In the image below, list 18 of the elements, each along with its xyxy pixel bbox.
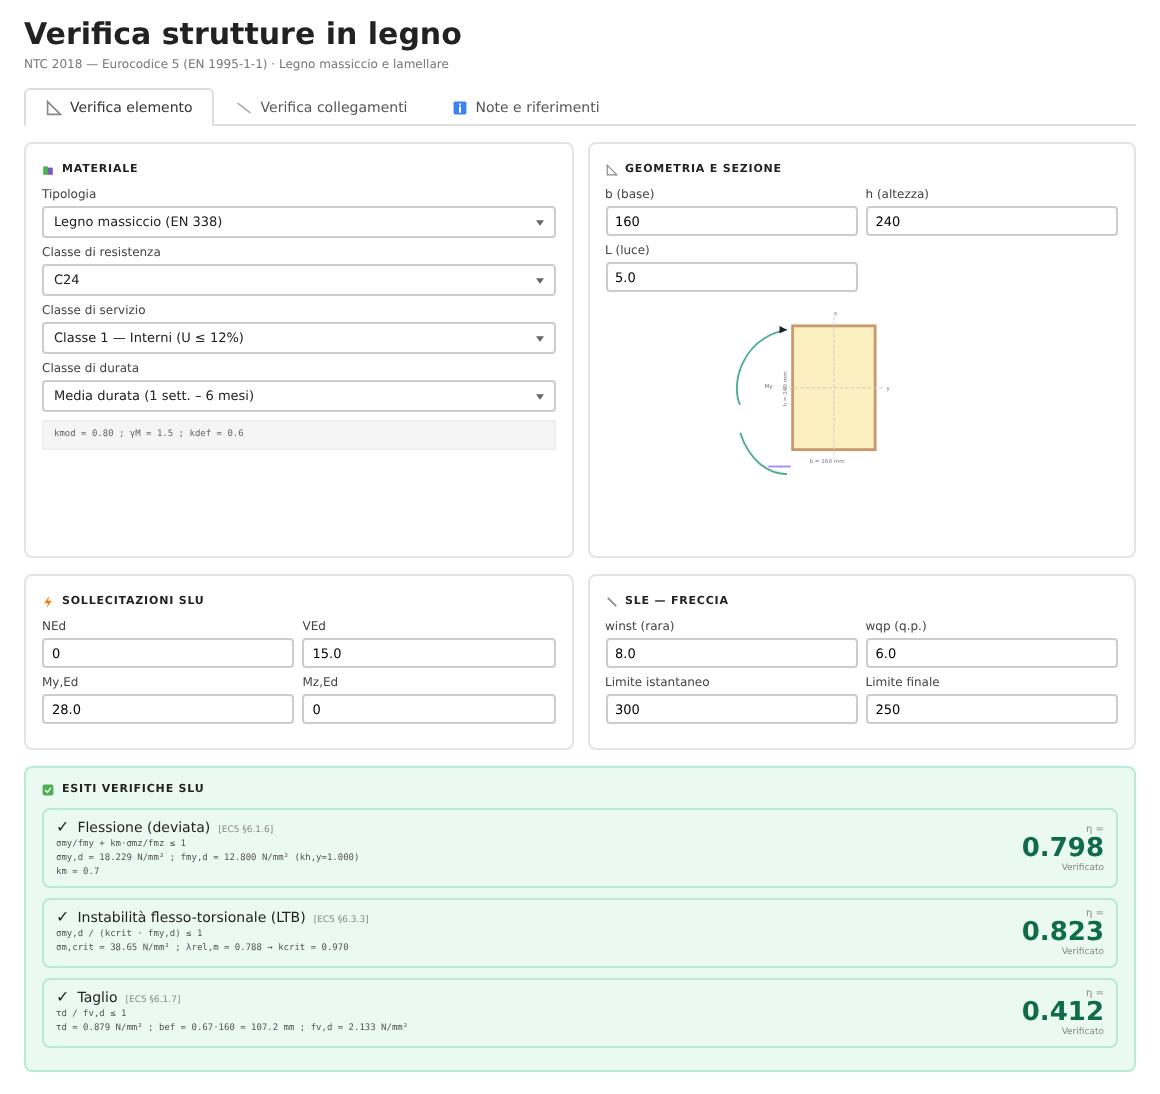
check-mark: ✓ xyxy=(56,818,70,836)
ruler-icon xyxy=(605,164,617,176)
line-icon xyxy=(236,100,253,116)
check-mark: ✓ xyxy=(56,908,70,926)
caret-icon xyxy=(535,335,543,341)
ruler-icon xyxy=(46,100,62,116)
books-icon xyxy=(42,164,54,176)
lightning-icon xyxy=(42,596,54,608)
caret-icon xyxy=(535,219,543,225)
check-mark: ✓ xyxy=(56,988,70,1006)
caret-icon xyxy=(535,393,543,399)
info-icon xyxy=(451,100,468,116)
checkbox-icon xyxy=(42,784,54,796)
eta-value: 0.823 xyxy=(1021,920,1104,948)
caret-icon xyxy=(535,277,543,283)
eta-value: 0.798 xyxy=(1021,835,1104,863)
eta-value: 0.412 xyxy=(1021,1000,1104,1028)
page-title: Verifica strutture in legno xyxy=(24,16,464,52)
